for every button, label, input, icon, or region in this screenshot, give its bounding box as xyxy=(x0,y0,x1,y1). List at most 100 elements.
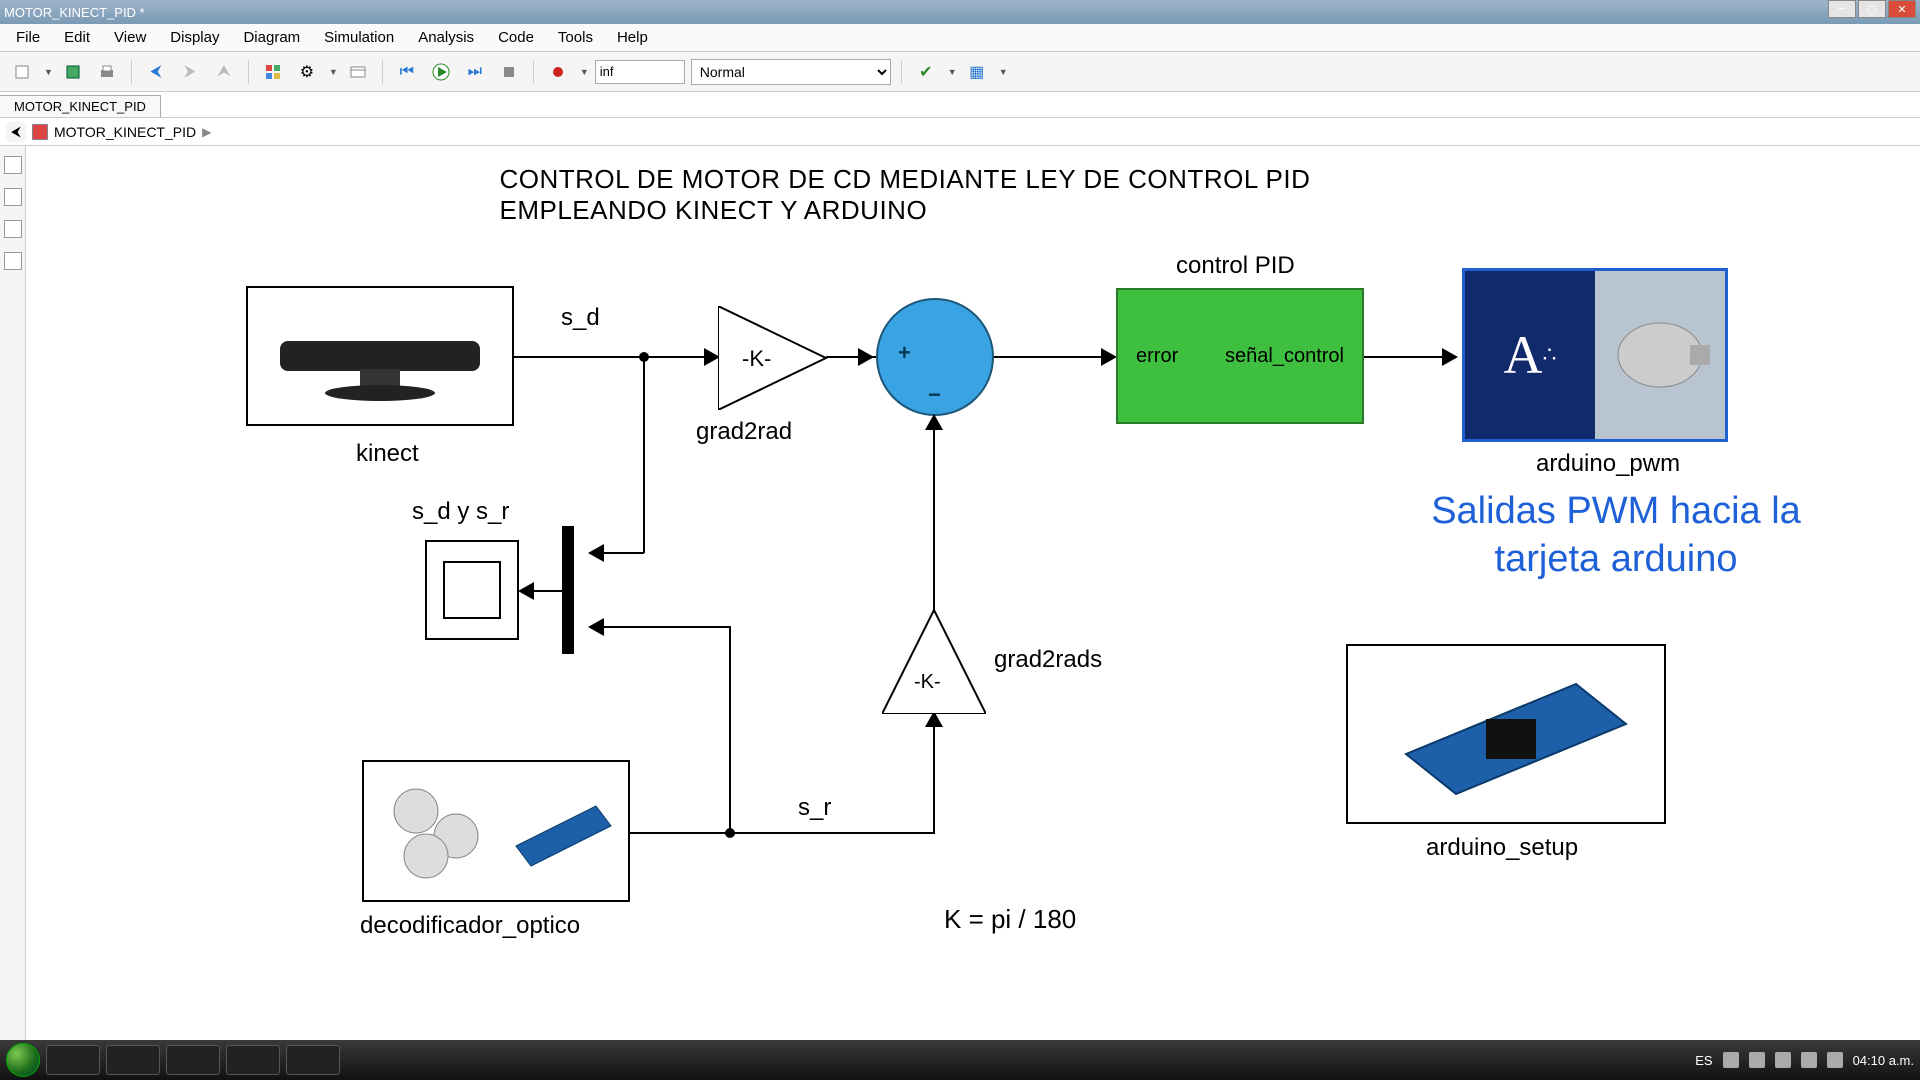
menu-simulation[interactable]: Simulation xyxy=(314,27,404,48)
block-arduino-pwm-label: arduino_pwm xyxy=(1536,450,1680,478)
start-button[interactable] xyxy=(6,1043,40,1077)
taskbar-app-button[interactable] xyxy=(166,1045,220,1075)
chevron-down-icon[interactable]: ▼ xyxy=(999,67,1008,77)
stop-time-input[interactable] xyxy=(595,60,685,84)
stop-button[interactable] xyxy=(495,58,523,86)
arrow-icon xyxy=(588,618,604,636)
action-center-icon[interactable] xyxy=(1723,1052,1739,1068)
sum-plus-label: + xyxy=(898,340,911,366)
block-arduino-pwm[interactable]: A∴ xyxy=(1462,268,1728,442)
chevron-down-icon[interactable]: ▼ xyxy=(580,67,589,77)
block-scope[interactable] xyxy=(425,540,519,640)
wire xyxy=(604,552,644,554)
block-decoder[interactable] xyxy=(362,760,630,902)
wire xyxy=(643,357,645,553)
arrow-icon xyxy=(588,544,604,562)
record-button[interactable] xyxy=(544,58,572,86)
wire xyxy=(630,832,934,834)
toolbar: ▼ ⮜ ⮞ ⮝ ⚙ ▼ ⏮ ⏭ ▼ Normal ✔ ▼ ▦ ▼ xyxy=(0,52,1920,92)
nav-up-button[interactable]: ⮝ xyxy=(210,58,238,86)
chevron-down-icon[interactable]: ▼ xyxy=(329,67,338,77)
wire xyxy=(534,590,562,592)
block-decoder-label: decodificador_optico xyxy=(360,912,580,940)
chevron-down-icon[interactable]: ▼ xyxy=(948,67,957,77)
tray-icon[interactable] xyxy=(1749,1052,1765,1068)
svg-text:-K-: -K- xyxy=(914,671,941,693)
menu-display[interactable]: Display xyxy=(160,27,229,48)
sum-minus-label: − xyxy=(928,382,941,408)
taskbar-matlab-button[interactable] xyxy=(226,1045,280,1075)
wire xyxy=(604,626,730,628)
window-titlebar: MOTOR_KINECT_PID * ─ ▢ ✕ xyxy=(0,0,1920,24)
zoom-tool-button[interactable] xyxy=(4,156,22,174)
taskbar-chrome-button[interactable] xyxy=(106,1045,160,1075)
menu-edit[interactable]: Edit xyxy=(54,27,100,48)
window-close-button[interactable]: ✕ xyxy=(1888,0,1916,18)
taskbar-app2-button[interactable] xyxy=(286,1045,340,1075)
wire xyxy=(933,428,935,610)
block-scope-label: s_d y s_r xyxy=(412,498,509,526)
block-pid[interactable]: error señal_control xyxy=(1116,288,1364,424)
step-forward-button[interactable]: ⏭ xyxy=(461,58,489,86)
breadcrumb: ⮜ MOTOR_KINECT_PID ▶ xyxy=(0,118,1920,146)
build-button[interactable]: ✔ xyxy=(912,58,940,86)
network-icon[interactable] xyxy=(1801,1052,1817,1068)
save-button[interactable] xyxy=(59,58,87,86)
wire xyxy=(933,726,935,834)
nav-forward-button[interactable]: ⮞ xyxy=(176,58,204,86)
block-gain-grad2rads[interactable]: -K- xyxy=(882,610,986,714)
block-mux[interactable] xyxy=(562,526,574,654)
window-maximize-button[interactable]: ▢ xyxy=(1858,0,1886,18)
menu-bar: File Edit View Display Diagram Simulatio… xyxy=(0,24,1920,52)
simulation-mode-select[interactable]: Normal xyxy=(691,59,891,85)
step-back-button[interactable]: ⏮ xyxy=(393,58,421,86)
block-sum[interactable]: + − xyxy=(876,298,994,416)
fast-restart-button[interactable]: ▦ xyxy=(963,58,991,86)
arduino-logo-icon: A∴ xyxy=(1465,271,1595,439)
annotation-tool-button[interactable] xyxy=(4,220,22,238)
block-arduino-setup[interactable] xyxy=(1346,644,1666,824)
block-kinect[interactable] xyxy=(246,286,514,426)
wire xyxy=(1364,356,1454,358)
language-indicator[interactable]: ES xyxy=(1695,1053,1712,1068)
menu-analysis[interactable]: Analysis xyxy=(408,27,484,48)
print-button[interactable] xyxy=(93,58,121,86)
tab-strip: MOTOR_KINECT_PID xyxy=(0,92,1920,118)
windows-taskbar: ES 04:10 a.m. xyxy=(0,1040,1920,1080)
battery-icon[interactable] xyxy=(1775,1052,1791,1068)
model-tab[interactable]: MOTOR_KINECT_PID xyxy=(0,95,161,117)
svg-text:-K-: -K- xyxy=(742,346,771,371)
window-title: MOTOR_KINECT_PID * xyxy=(4,5,145,20)
menu-tools[interactable]: Tools xyxy=(548,27,603,48)
nav-back-button[interactable]: ⮜ xyxy=(142,58,170,86)
volume-icon[interactable] xyxy=(1827,1052,1843,1068)
breadcrumb-model[interactable]: MOTOR_KINECT_PID xyxy=(54,124,196,140)
new-model-button[interactable] xyxy=(8,58,36,86)
chevron-down-icon[interactable]: ▼ xyxy=(44,67,53,77)
library-browser-button[interactable] xyxy=(259,58,287,86)
menu-diagram[interactable]: Diagram xyxy=(233,27,310,48)
menu-view[interactable]: View xyxy=(104,27,156,48)
model-canvas[interactable]: CONTROL DE MOTOR DE CD MEDIANTE LEY DE C… xyxy=(26,146,1920,1040)
canvas-palette xyxy=(0,146,26,1040)
wire xyxy=(994,356,1114,358)
image-tool-button[interactable] xyxy=(4,252,22,270)
menu-code[interactable]: Code xyxy=(488,27,544,48)
fit-view-button[interactable] xyxy=(4,188,22,206)
annotation-k-constant[interactable]: K = pi / 180 xyxy=(944,904,1076,935)
taskbar-explorer-button[interactable] xyxy=(46,1045,100,1075)
menu-file[interactable]: File xyxy=(6,27,50,48)
menu-help[interactable]: Help xyxy=(607,27,658,48)
model-config-button[interactable]: ⚙ xyxy=(293,58,321,86)
model-explorer-button[interactable] xyxy=(344,58,372,86)
block-gain-grad2rad[interactable]: -K- xyxy=(718,306,828,410)
hide-browser-button[interactable]: ⮜ xyxy=(6,122,26,142)
arrow-icon xyxy=(518,582,534,600)
run-button[interactable] xyxy=(427,58,455,86)
chevron-right-icon: ▶ xyxy=(202,125,211,139)
arrow-icon xyxy=(1442,348,1458,366)
annotation-pwm[interactable]: Salidas PWM hacia latarjeta arduino xyxy=(1346,488,1886,583)
clock[interactable]: 04:10 a.m. xyxy=(1853,1053,1914,1068)
window-minimize-button[interactable]: ─ xyxy=(1828,0,1856,18)
system-tray: ES 04:10 a.m. xyxy=(1695,1052,1914,1068)
